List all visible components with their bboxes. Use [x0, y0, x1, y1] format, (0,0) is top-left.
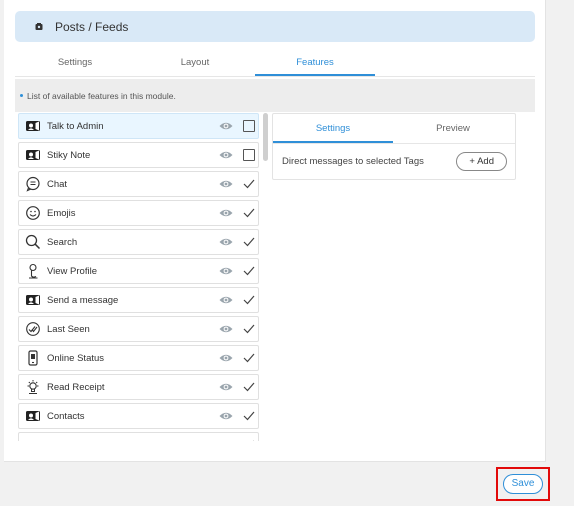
eye-icon[interactable]	[219, 237, 233, 247]
feature-item[interactable]: Online Status	[18, 345, 259, 371]
feature-item[interactable]: Read Receipt	[18, 374, 259, 400]
check-icon[interactable]	[243, 294, 255, 306]
add-tag-button[interactable]: + Add	[456, 151, 507, 171]
feature-item[interactable]: Talk to Admin	[18, 113, 259, 139]
feature-icon	[25, 437, 41, 441]
page-title: Posts / Feeds	[55, 19, 129, 34]
search-icon	[25, 234, 41, 250]
info-text: List of available features in this modul…	[27, 90, 176, 101]
check-icon[interactable]	[243, 381, 255, 393]
double-check-icon	[25, 321, 41, 337]
module-header: Posts / Feeds	[15, 11, 535, 42]
video-chat-icon	[25, 292, 41, 308]
phone-status-icon	[25, 350, 41, 366]
feature-label: Last Seen	[47, 323, 90, 335]
video-chat-icon	[25, 118, 41, 134]
feature-item[interactable]: Search	[18, 229, 259, 255]
eye-icon[interactable]	[219, 179, 233, 189]
feature-item[interactable]: Last Seen	[18, 316, 259, 342]
feature-label: Stiky Note	[47, 149, 91, 161]
settings-tabs: Settings Preview	[273, 114, 515, 144]
check-icon[interactable]	[243, 410, 255, 422]
feature-label: Online Status	[47, 352, 105, 364]
main-tabs: Settings Layout Features	[15, 51, 535, 77]
eye-icon[interactable]	[219, 208, 233, 218]
tab-settings[interactable]: Settings	[15, 51, 135, 76]
eye-icon[interactable]	[219, 121, 233, 131]
feature-item[interactable]: Emojis	[18, 200, 259, 226]
feature-label: Search	[47, 236, 78, 248]
check-icon[interactable]	[243, 207, 255, 219]
feature-label: Chat	[47, 178, 68, 190]
feature-label: Talk to Admin	[47, 120, 104, 132]
feature-item[interactable]: Send a message	[18, 287, 259, 313]
direct-messages-row: Direct messages to selected Tags + Add	[273, 144, 515, 178]
eye-icon[interactable]	[219, 324, 233, 334]
eye-icon[interactable]	[219, 150, 233, 160]
direct-messages-label: Direct messages to selected Tags	[282, 155, 424, 167]
feature-label: Read Receipt	[47, 381, 105, 393]
tab-feature-preview[interactable]: Preview	[393, 114, 513, 143]
eye-icon[interactable]	[219, 266, 233, 276]
video-chat-icon	[25, 147, 41, 163]
feature-checkbox[interactable]	[243, 149, 255, 161]
feature-list: Talk to Admin Stiky Note Chat Emojis Search V…	[18, 113, 259, 441]
bullet-icon	[20, 94, 23, 97]
check-icon[interactable]	[243, 265, 255, 277]
feature-checkbox[interactable]	[243, 120, 255, 132]
eye-icon[interactable]	[219, 295, 233, 305]
feature-item[interactable]: Contacts	[18, 403, 259, 429]
check-icon[interactable]	[243, 178, 255, 190]
check-icon[interactable]	[243, 323, 255, 335]
smiley-icon	[25, 205, 41, 221]
chat-bubble-icon	[25, 176, 41, 192]
tab-feature-settings[interactable]: Settings	[273, 114, 393, 143]
tab-layout[interactable]: Layout	[135, 51, 255, 76]
check-icon[interactable]	[243, 236, 255, 248]
info-bar: List of available features in this modul…	[15, 79, 535, 112]
eye-icon[interactable]	[219, 382, 233, 392]
scrollbar-thumb[interactable]	[263, 113, 268, 161]
feature-list-scrollbar[interactable]	[263, 113, 268, 441]
feature-item[interactable]: View Profile	[18, 258, 259, 284]
bulb-icon	[25, 379, 41, 395]
profile-icon	[25, 263, 41, 279]
feature-label: Send a message	[47, 294, 119, 306]
feature-label: Emojis	[47, 207, 76, 219]
eye-icon[interactable]	[219, 440, 233, 441]
eye-icon[interactable]	[219, 411, 233, 421]
feature-settings-panel: Settings Preview Direct messages to sele…	[272, 113, 516, 180]
feature-item[interactable]: Chat	[18, 171, 259, 197]
check-icon[interactable]	[243, 352, 255, 364]
eye-icon[interactable]	[219, 353, 233, 363]
feature-item[interactable]	[18, 432, 259, 441]
check-icon[interactable]	[243, 439, 255, 441]
feature-label: View Profile	[47, 265, 97, 277]
feature-label: Contacts	[47, 410, 85, 422]
save-highlight-box: Save	[496, 467, 550, 501]
tab-features[interactable]: Features	[255, 51, 375, 76]
video-chat-icon	[25, 408, 41, 424]
module-icon	[35, 22, 43, 31]
feature-item[interactable]: Stiky Note	[18, 142, 259, 168]
save-button[interactable]: Save	[503, 474, 543, 494]
